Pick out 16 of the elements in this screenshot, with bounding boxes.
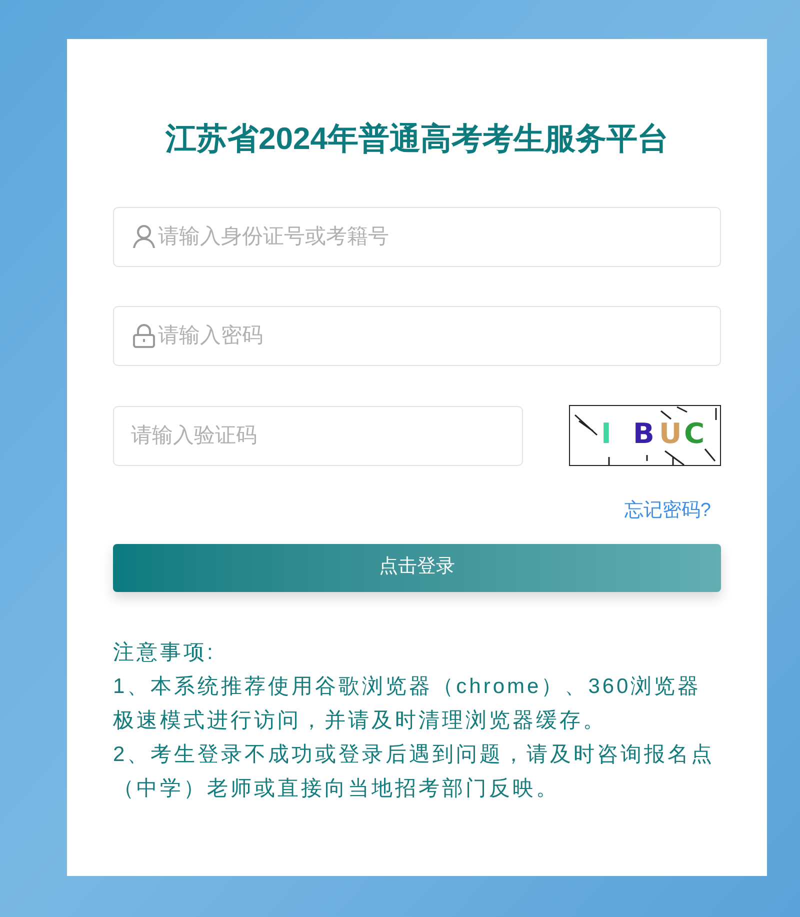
page-title: 江苏省2024年普通高考考生服务平台 (164, 120, 670, 158)
notice-item: 2、考生登录不成功或登录后遇到问题，请及时咨询报名点（中学）老师或直接向当地招考部门反映。 (113, 742, 716, 802)
id-number-field[interactable]: 请输入身份证号或考籍号 (113, 207, 721, 267)
notes-heading: 注意事项: (113, 640, 216, 666)
password-field[interactable]: 请输入密码 (113, 306, 721, 366)
captcha-image[interactable]: I B UC (569, 405, 721, 466)
forgot-password-link[interactable]: 忘记密码? (624, 497, 711, 526)
captcha-character: I (601, 417, 612, 450)
notice-item: 1、本系统推荐使用谷歌浏览器（chrome）、360浏览器极速模式进行访问，并请及时清理浏览器缓存。 (113, 674, 702, 734)
captcha-character: C (684, 417, 705, 450)
captcha-field[interactable]: 请输入验证码 (113, 406, 523, 466)
captcha-character: B (633, 417, 654, 450)
captcha-character: U (659, 417, 682, 450)
login-button[interactable]: 点击登录 (113, 544, 721, 592)
user-icon (133, 225, 155, 249)
lock-icon (133, 324, 155, 348)
